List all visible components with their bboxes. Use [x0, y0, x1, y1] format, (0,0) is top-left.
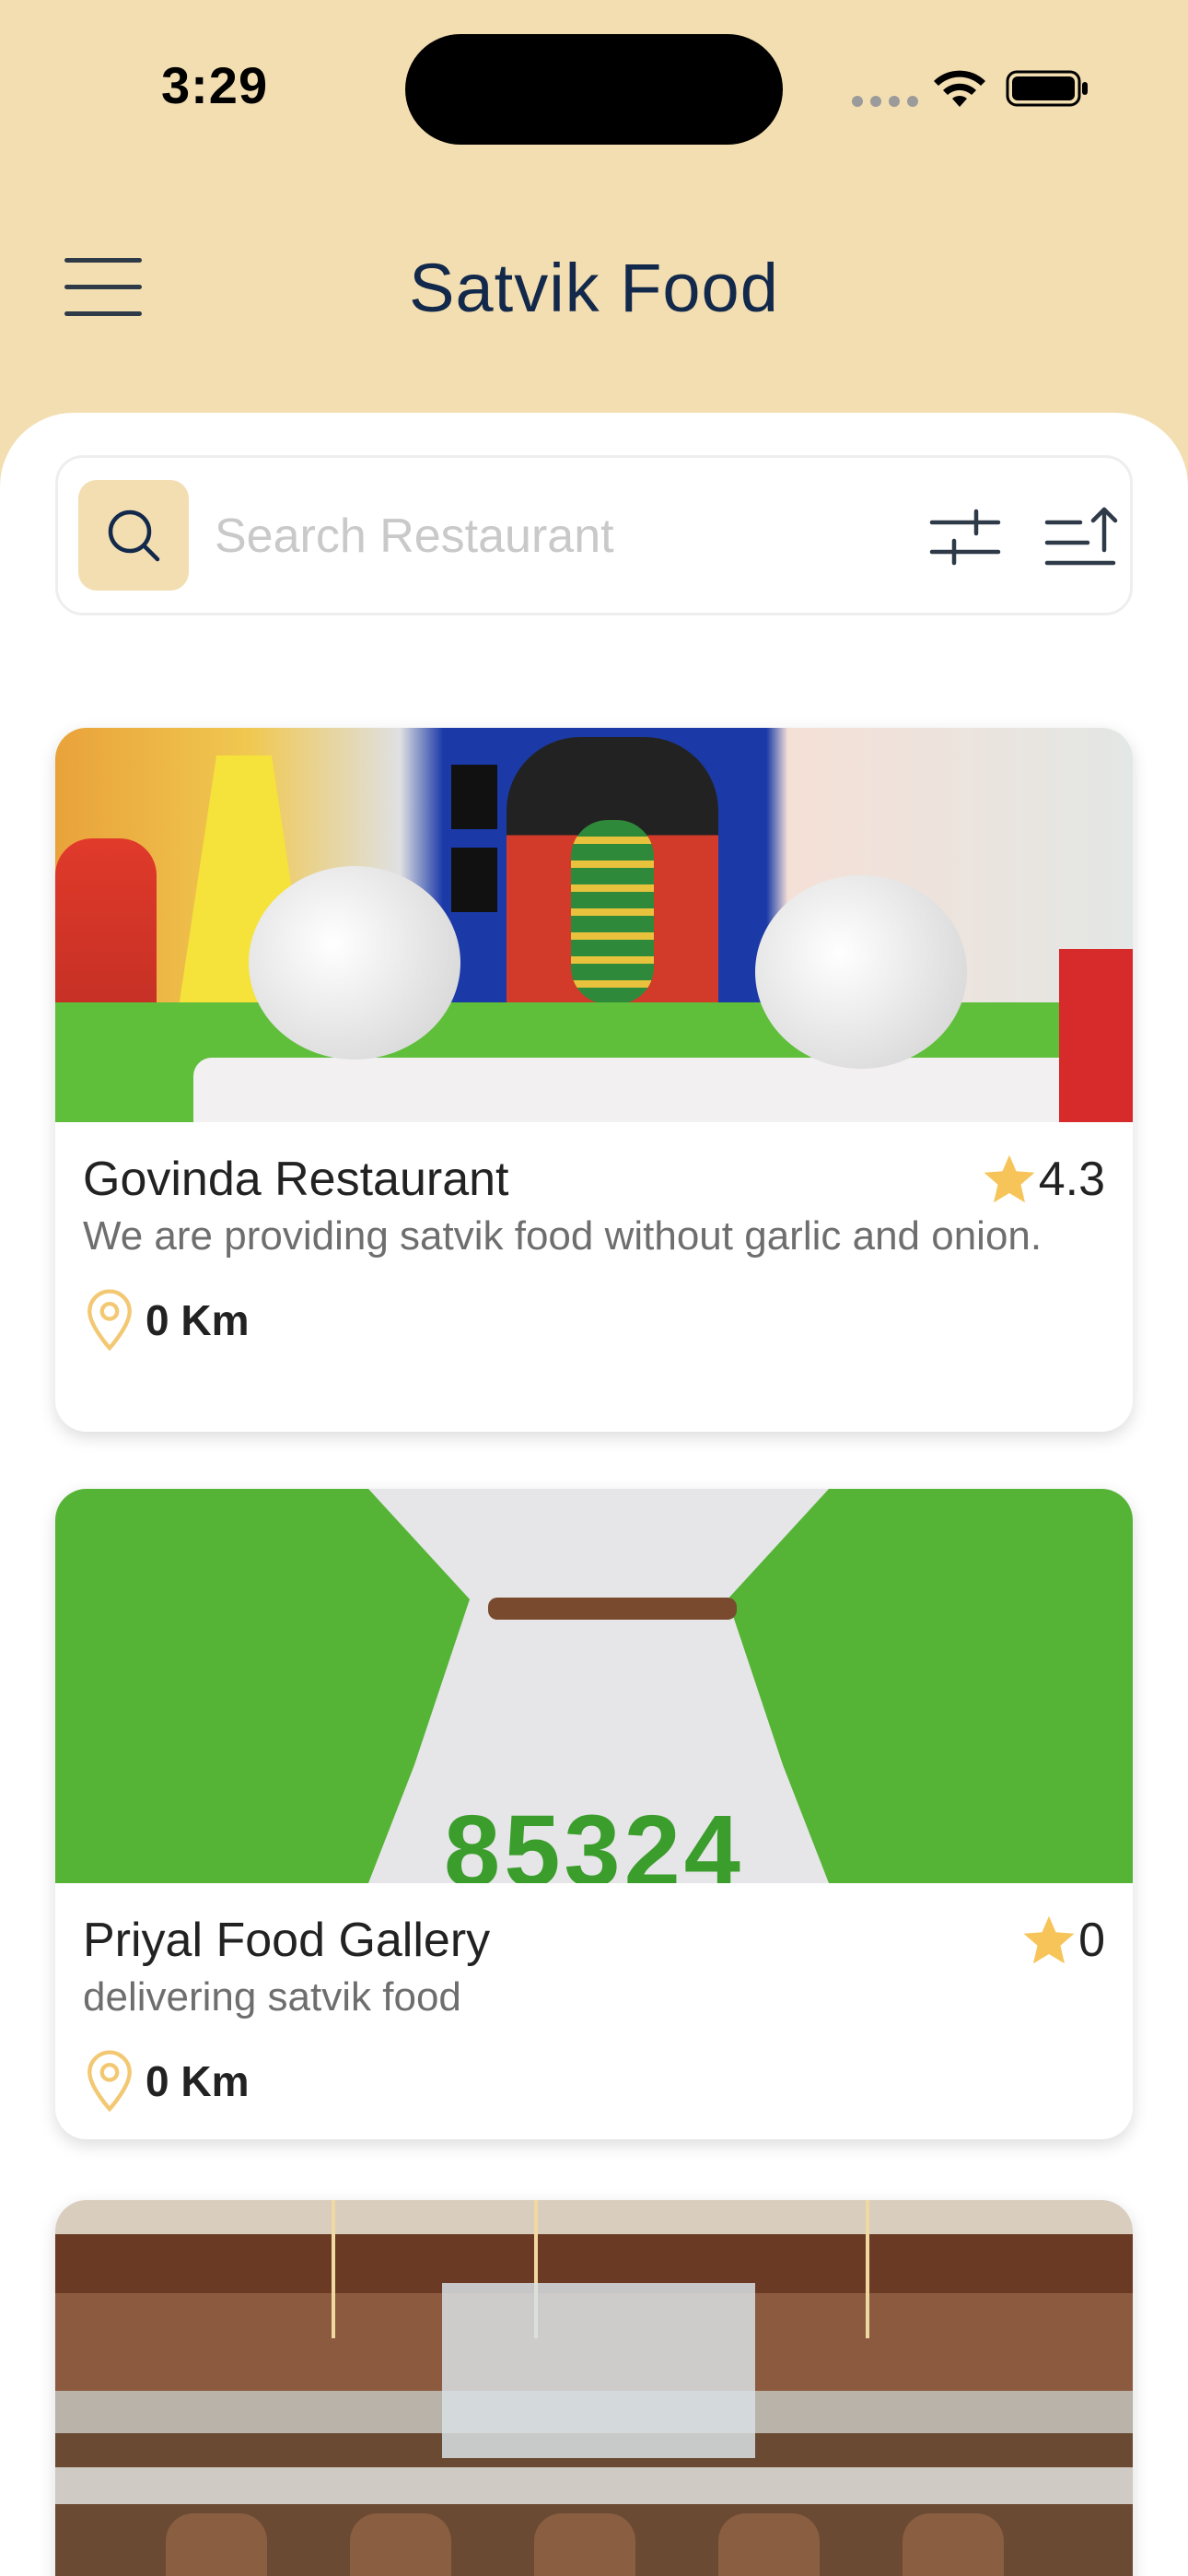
restaurant-card[interactable]: 85324 Priyal Food Gallery 0 delivering s… [55, 1489, 1133, 2139]
cellular-signal-icon [852, 96, 918, 107]
restaurant-description: We are providing satvik food without gar… [83, 1213, 1042, 1259]
distance: 0 Km [83, 1288, 1105, 1352]
search-bar [55, 455, 1133, 615]
app-header: Satvik Food [0, 221, 1188, 359]
restaurant-card[interactable] [55, 2200, 1133, 2576]
content-sheet: Govinda Restaurant 4.3 We are providing … [0, 413, 1188, 2576]
sort-icon[interactable] [1043, 504, 1121, 570]
rating: 4.3 [982, 1152, 1105, 1207]
page-title: Satvik Food [409, 250, 779, 326]
battery-icon [1006, 70, 1088, 107]
restaurant-name: Govinda Restaurant [83, 1153, 509, 1206]
restaurant-image [55, 728, 1133, 1122]
status-time: 3:29 [161, 56, 269, 114]
rating: 0 [1021, 1913, 1105, 1968]
location-pin-icon [87, 2050, 132, 2113]
search-input[interactable] [215, 495, 767, 578]
location-pin-icon [87, 1289, 132, 1352]
star-icon [984, 1154, 1035, 1203]
star-icon [1023, 1915, 1075, 1964]
filter-icon[interactable] [928, 506, 1002, 570]
image-number-text: 85324 [444, 1795, 744, 1883]
rating-value: 4.3 [1038, 1153, 1105, 1206]
status-bar: 3:29 [0, 0, 1188, 175]
distance-value: 0 Km [146, 2057, 250, 2105]
restaurant-image [55, 2200, 1133, 2576]
app-screen: 3:29 Satvik Food Search Restaurant Govin… [0, 0, 1188, 2576]
wifi-icon [934, 70, 985, 107]
search-icon[interactable] [78, 480, 189, 591]
dynamic-island [405, 34, 783, 145]
restaurant-card[interactable]: Govinda Restaurant 4.3 We are providing … [55, 728, 1133, 1432]
restaurant-description: delivering satvik food [83, 1974, 461, 2020]
restaurant-name: Priyal Food Gallery [83, 1914, 491, 1967]
restaurant-image: 85324 [55, 1489, 1133, 1883]
distance-value: 0 Km [146, 1296, 250, 1344]
distance: 0 Km [83, 2049, 1105, 2113]
rating-value: 0 [1078, 1914, 1105, 1967]
